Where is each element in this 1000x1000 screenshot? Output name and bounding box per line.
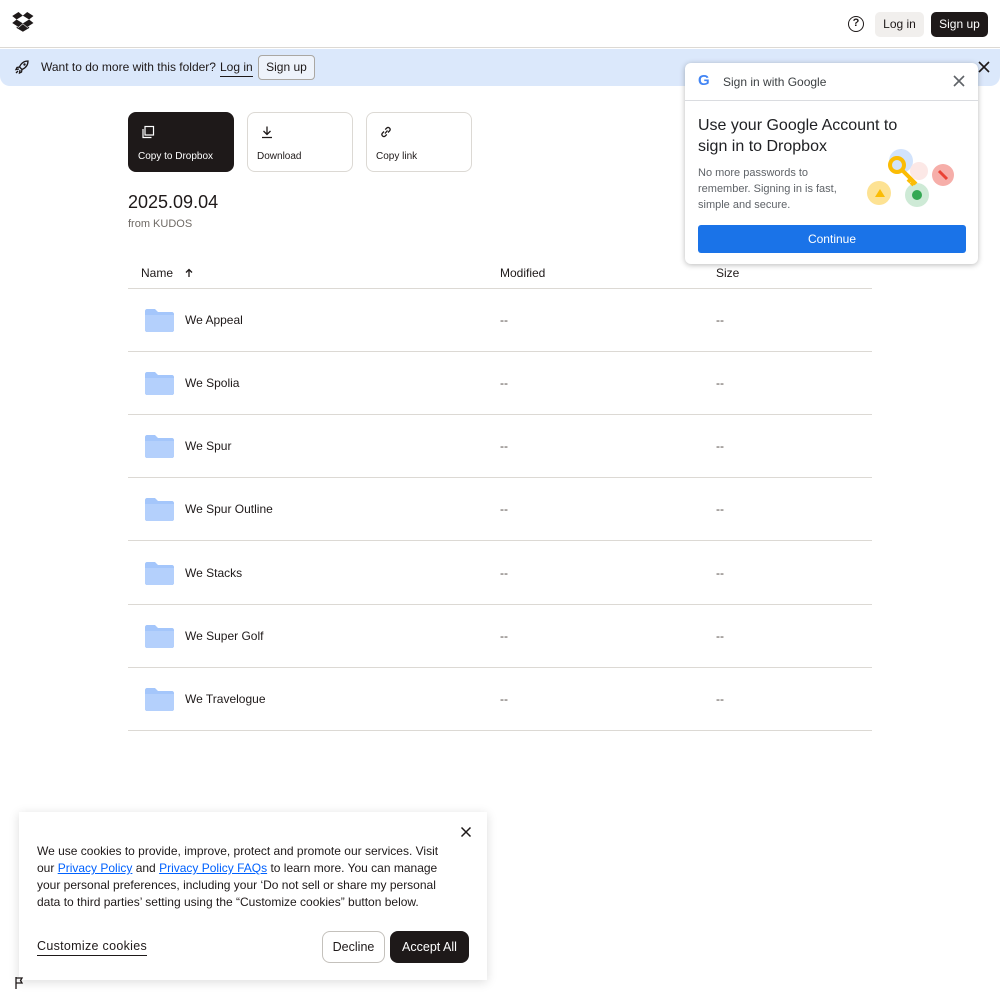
page-title: 2025.09.04	[128, 192, 219, 212]
file-name[interactable]: We Appeal	[185, 313, 243, 327]
privacy-faq-link[interactable]: Privacy Policy FAQs	[159, 861, 267, 875]
folder-icon	[145, 688, 174, 711]
file-modified: --	[500, 502, 508, 516]
copy-icon	[142, 125, 155, 139]
column-header-modified[interactable]: Modified	[500, 266, 545, 280]
action-label: Copy link	[376, 151, 418, 162]
file-modified: --	[500, 566, 508, 580]
file-size: --	[716, 692, 724, 706]
accept-all-button[interactable]: Accept All	[390, 931, 469, 963]
table-row[interactable]: We Travelogue -- --	[128, 668, 872, 731]
close-icon[interactable]	[460, 826, 472, 838]
continue-button[interactable]: Continue	[698, 225, 966, 253]
customize-cookies-link[interactable]: Customize cookies	[37, 939, 148, 956]
google-signin-popup: G Sign in with Google Use your Google Ac…	[685, 63, 978, 264]
file-name[interactable]: We Stacks	[185, 566, 242, 580]
file-modified: --	[500, 692, 508, 706]
help-icon[interactable]: ?	[848, 16, 864, 32]
folder-icon	[145, 498, 174, 521]
file-modified: --	[500, 439, 508, 453]
privacy-policy-link[interactable]: Privacy Policy	[58, 861, 133, 875]
download-button[interactable]: Download	[247, 112, 353, 172]
google-signin-header: Sign in with Google	[723, 75, 827, 89]
link-icon	[381, 126, 391, 138]
banner-close-icon[interactable]	[977, 60, 991, 74]
file-modified: --	[500, 313, 508, 327]
sort-ascending-icon	[185, 268, 193, 277]
table-row[interactable]: We Super Golf -- --	[128, 605, 872, 668]
file-size: --	[716, 376, 724, 390]
table-row[interactable]: We Spur Outline -- --	[128, 478, 872, 541]
rocket-icon	[14, 60, 29, 75]
close-icon[interactable]	[953, 75, 965, 87]
file-name[interactable]: We Spur	[185, 439, 231, 453]
folder-owner: from KUDOS	[128, 218, 193, 230]
action-label: Download	[257, 151, 302, 162]
folder-icon	[145, 435, 174, 458]
cookie-text: We use cookies to provide, improve, prot…	[37, 844, 439, 909]
google-signin-description: No more passwords to remember. Signing i…	[698, 167, 837, 211]
copy-link-button[interactable]: Copy link	[366, 112, 472, 172]
popup-divider	[685, 100, 978, 101]
table-row[interactable]: We Appeal -- --	[128, 289, 872, 352]
file-modified: --	[500, 376, 508, 390]
signup-button[interactable]: Sign up	[931, 12, 988, 37]
table-row[interactable]: We Spur -- --	[128, 415, 872, 478]
file-name[interactable]: We Travelogue	[185, 692, 266, 706]
google-logo-icon: G	[698, 72, 710, 89]
table-row[interactable]: We Spolia -- --	[128, 352, 872, 415]
file-size: --	[716, 566, 724, 580]
copy-to-dropbox-button[interactable]: Copy to Dropbox	[128, 112, 234, 172]
folder-icon	[145, 372, 174, 395]
banner-text: Want to do more with this folder?	[41, 60, 216, 74]
file-name[interactable]: We Spolia	[185, 376, 239, 390]
banner-login-link[interactable]: Log in	[220, 60, 253, 77]
table-row[interactable]: We Stacks -- --	[128, 542, 872, 605]
key-illustration-icon	[867, 149, 954, 207]
dropbox-logo-icon[interactable]	[12, 12, 34, 32]
file-name[interactable]: We Spur Outline	[185, 502, 273, 516]
top-header: ? Log in Sign up	[0, 0, 1000, 48]
cookie-dialog: We use cookies to provide, improve, prot…	[19, 812, 487, 980]
login-button[interactable]: Log in	[875, 12, 924, 37]
file-size: --	[716, 439, 724, 453]
folder-icon	[145, 625, 174, 648]
download-icon	[262, 126, 272, 139]
folder-icon	[145, 562, 174, 585]
column-header-size[interactable]: Size	[716, 266, 739, 280]
decline-button[interactable]: Decline	[322, 931, 385, 963]
folder-icon	[145, 309, 174, 332]
file-name[interactable]: We Super Golf	[185, 629, 263, 643]
file-size: --	[716, 629, 724, 643]
column-header-name[interactable]: Name	[141, 266, 194, 280]
action-label: Copy to Dropbox	[138, 151, 214, 162]
banner-signup-button[interactable]: Sign up	[258, 55, 315, 80]
file-size: --	[716, 313, 724, 327]
flag-icon[interactable]	[14, 976, 27, 989]
file-size: --	[716, 502, 724, 516]
file-modified: --	[500, 629, 508, 643]
